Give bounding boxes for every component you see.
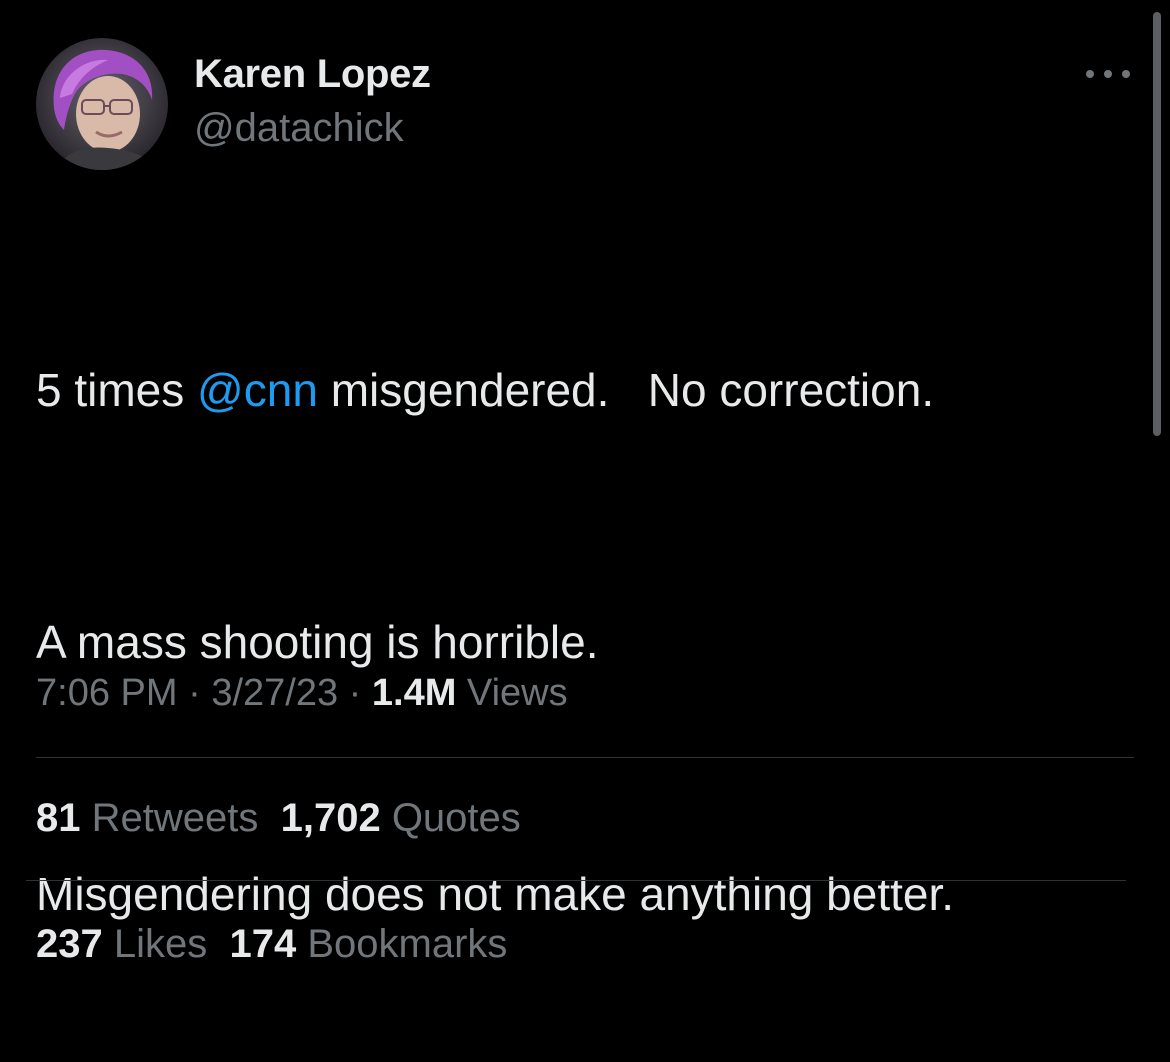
more-horizontal-icon-dot: [1104, 70, 1112, 78]
retweets-count: 81: [36, 796, 81, 840]
quotes-label: Quotes: [380, 796, 521, 840]
avatar-image: [53, 49, 156, 170]
quotes-count: 1,702: [280, 796, 381, 840]
tweet-line-3: Misgendering does not make anything bett…: [36, 868, 955, 920]
tweet-line-1-prefix: 5 times: [36, 364, 198, 416]
retweets-label: Retweets: [80, 796, 259, 840]
scrollbar[interactable]: [1153, 12, 1161, 436]
retweets-link[interactable]: 81 Retweets: [36, 796, 258, 840]
likes-link[interactable]: 237 Likes: [36, 922, 207, 966]
meta-separator: ·: [177, 672, 212, 714]
divider: [36, 757, 1134, 758]
likes-count: 237: [36, 922, 103, 966]
bookmarks-link[interactable]: 174 Bookmarks: [229, 922, 507, 966]
more-horizontal-icon-dot: [1122, 70, 1130, 78]
author-handle[interactable]: @datachick: [194, 106, 404, 151]
quotes-link[interactable]: 1,702 Quotes: [281, 796, 521, 840]
tweet-meta: 7:06 PM · 3/27/23 · 1.4M Views: [36, 672, 568, 715]
likes-label: Likes: [102, 922, 208, 966]
more-horizontal-icon: [1086, 70, 1094, 78]
tweet-line-1: 5 times @cnn misgendered. No correction.: [36, 362, 1126, 418]
meta-separator: ·: [338, 672, 372, 714]
tweet-line-1-suffix: misgendered. No correction.: [317, 364, 935, 416]
tweet-line-2: A mass shooting is horrible.: [36, 616, 599, 668]
divider: [26, 880, 1126, 881]
tweet-date[interactable]: 3/27/23: [211, 672, 338, 714]
bookmarks-label: Bookmarks: [296, 922, 508, 966]
tweet-time[interactable]: 7:06 PM: [36, 672, 178, 714]
bookmarks-count: 174: [229, 922, 297, 966]
stats-row-1: 81 Retweets 1,702 Quotes: [36, 796, 521, 841]
stats-row-2: 237 Likes 174 Bookmarks: [36, 922, 507, 967]
more-options-button[interactable]: [1086, 62, 1130, 86]
avatar[interactable]: [36, 38, 168, 170]
mention-link[interactable]: @cnn: [197, 364, 318, 416]
author-name[interactable]: Karen Lopez: [194, 52, 431, 97]
views-count: 1.4M: [371, 672, 457, 714]
views-label: Views: [456, 672, 568, 714]
